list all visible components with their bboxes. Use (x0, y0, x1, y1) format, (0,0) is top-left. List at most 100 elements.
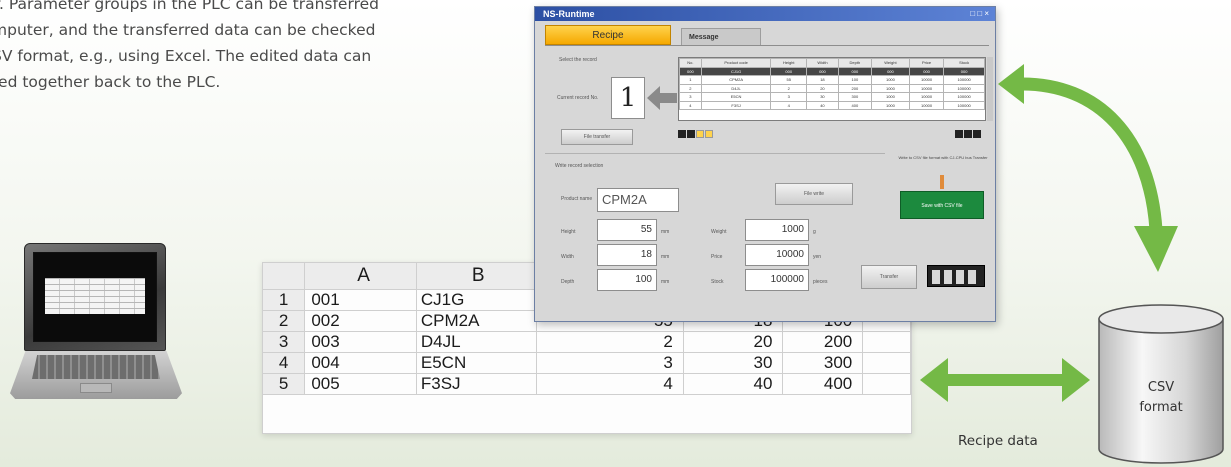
grid-cell: CJ1G (700, 66, 772, 76)
cell-a: 002 (304, 310, 417, 332)
tab-recipe[interactable]: Recipe (545, 25, 671, 45)
recipe-records-grid: No. Product code Height Width Depth Weig… (678, 57, 986, 121)
grid-header-cell: Weight (870, 58, 910, 68)
file-transfer-button[interactable]: File transfer (561, 129, 633, 145)
grid-nav-right (955, 125, 982, 138)
grid-cell: 300 (837, 92, 872, 102)
grid-row[interactable]: 2 D4JL 2 20 200 1000 10000 100000 (679, 83, 985, 93)
cell-e: 400 (782, 373, 864, 395)
grid-cell: 000 (806, 66, 839, 76)
scroll-down-icon[interactable] (973, 130, 981, 138)
last-page-icon[interactable] (964, 130, 972, 138)
intro-line: red together back to the PLC. (0, 73, 221, 91)
grid-cell: 100000 (943, 83, 985, 93)
grid-header-row: No. Product code Height Width Depth Weig… (679, 58, 985, 68)
cell-f (862, 373, 911, 395)
cell-b: CPM2A (416, 310, 537, 332)
grid-cell: 2 (679, 83, 702, 93)
recipe-data-label: Recipe data (958, 433, 1038, 449)
indicator-bar (940, 175, 944, 189)
cell-a: 004 (304, 352, 417, 374)
grid-header-cell: No. (679, 58, 702, 68)
cell-e: 200 (782, 331, 864, 353)
laptop-keyboard (32, 355, 160, 379)
grid-row[interactable]: 4 F3SJ 4 40 400 1000 10000 100000 (679, 100, 985, 110)
curved-arrow-icon (998, 64, 1178, 272)
double-arrow-icon (920, 358, 1090, 402)
edit-icon[interactable] (696, 130, 704, 138)
cell-f (862, 352, 911, 374)
cell-c: 2 (536, 331, 684, 353)
save-csv-button[interactable]: Save with CSV file (900, 191, 984, 219)
depth-field[interactable]: 100 (597, 269, 657, 291)
cell-d: 40 (683, 373, 784, 395)
cell-a: 003 (304, 331, 417, 353)
price-field[interactable]: 10000 (745, 244, 809, 266)
cell-d: 20 (683, 331, 784, 353)
grid-cell: 000 (908, 66, 945, 76)
height-field[interactable]: 55 (597, 219, 657, 241)
grid-cell: F3SJ (700, 100, 772, 110)
grid-cell: 000 (870, 66, 910, 76)
next-page-icon[interactable] (955, 130, 963, 138)
file-write-button[interactable]: File write (775, 183, 853, 205)
select-record-label: Select the record (559, 57, 597, 63)
grid-cell: CPM2A (700, 75, 772, 85)
product-name-label: Product name (561, 196, 593, 202)
first-page-icon[interactable] (678, 130, 686, 138)
price-unit: yen (813, 254, 822, 260)
width-field[interactable]: 18 (597, 244, 657, 266)
grid-cell: 1 (679, 75, 702, 85)
stock-unit: pieces (813, 279, 828, 285)
grid-cell: 400 (837, 100, 872, 110)
cell-e: 300 (782, 352, 864, 374)
ns-runtime-window: NS-Runtime □ □ × Recipe Message Select t… (534, 6, 996, 322)
record-number-display: 1 (611, 77, 645, 119)
csv-label-line2: format (1139, 400, 1183, 415)
grid-nav-left (678, 125, 714, 138)
current-record-label: Current record No. (557, 95, 599, 101)
section-divider (545, 153, 885, 154)
grid-cell: 000 (679, 66, 702, 76)
grid-row[interactable]: 1 CPM2A 55 18 100 1000 10000 100000 (679, 75, 985, 85)
product-name-field[interactable]: CPM2A (597, 188, 679, 212)
grid-cell: 4 (679, 100, 702, 110)
window-controls[interactable]: □ □ × (970, 7, 989, 21)
grid-header-cell: Width (806, 58, 839, 68)
csv-write-note: Write to CSV file format with CJ-CPU bus… (898, 155, 988, 160)
grid-cell: 100000 (943, 75, 985, 85)
grid-header-cell: Stock (943, 58, 985, 68)
grid-cell: 000 (770, 66, 808, 76)
grid-cell: 55 (770, 75, 808, 85)
grid-cell: 3 (770, 92, 808, 102)
width-label: Width (561, 254, 574, 260)
stock-field[interactable]: 100000 (745, 269, 809, 291)
save-icon[interactable] (705, 130, 713, 138)
grid-cell: 10000 (908, 92, 945, 102)
grid-row[interactable]: 3 E5CN 3 30 300 1000 10000 100000 (679, 92, 985, 102)
grid-row-selected[interactable]: 000 CJ1G 000 000 000 000 000 000 (679, 66, 985, 76)
grid-header-cell: Depth (837, 58, 872, 68)
grid-header-cell: Height (770, 58, 808, 68)
grid-cell: 000 (837, 66, 872, 76)
laptop-illustration (10, 243, 182, 403)
grid-cell: D4JL (700, 83, 772, 93)
write-record-label: Write record selection (555, 163, 604, 169)
tab-message[interactable]: Message (681, 28, 761, 45)
grid-cell: 20 (806, 83, 839, 93)
intro-line: mputer, and the transferred data can be … (0, 21, 376, 39)
transfer-button[interactable]: Transfer (861, 265, 917, 289)
grid-cell: 3 (679, 92, 702, 102)
cell-a: 005 (304, 373, 417, 395)
weight-field[interactable]: 1000 (745, 219, 809, 241)
width-unit: mm (661, 254, 670, 260)
csv-label-line1: CSV (1147, 380, 1175, 395)
grid-cell: 40 (806, 100, 839, 110)
grid-header-cell: Price (908, 58, 945, 68)
arrow-left-icon (647, 86, 677, 110)
grid-cell: 100000 (943, 92, 985, 102)
prev-page-icon[interactable] (687, 130, 695, 138)
grid-scrollbar[interactable] (987, 57, 993, 121)
laptop-screen (33, 252, 157, 342)
cell-f (862, 331, 911, 353)
